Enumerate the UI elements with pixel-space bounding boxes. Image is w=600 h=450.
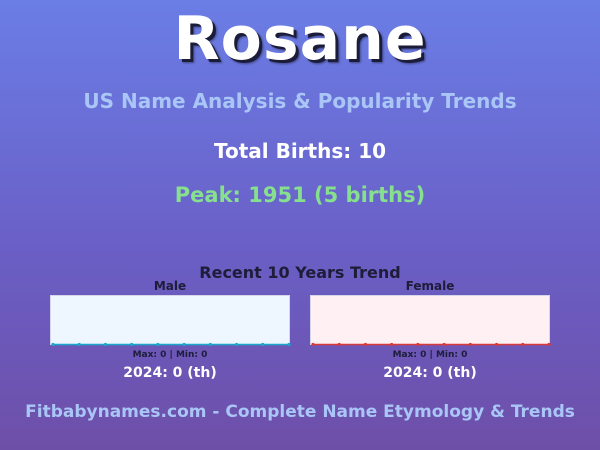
female-point-2020 <box>442 342 446 346</box>
male-trend-svg <box>51 342 291 346</box>
female-point-2019 <box>416 342 420 346</box>
female-point-2021 <box>468 342 472 346</box>
peak-year: Peak: 1951 (5 births) <box>174 183 426 207</box>
male-chart-label: Male <box>153 279 187 293</box>
male-point-2019 <box>156 342 160 346</box>
male-point-2020 <box>182 342 186 346</box>
female-point-2015 <box>311 342 315 346</box>
male-trend-chart <box>50 295 291 346</box>
male-point-2016 <box>77 342 81 346</box>
female-point-2023 <box>521 342 525 346</box>
female-trend-chart <box>310 295 551 346</box>
male-point-2024 <box>287 342 291 346</box>
female-point-2024 <box>547 342 551 346</box>
female-chart-label: Female <box>405 279 455 293</box>
female-trend-svg <box>311 342 551 346</box>
male-point-2018 <box>130 342 134 346</box>
female-rank: 2024: 0 (th) <box>383 365 477 381</box>
male-point-2022 <box>234 342 239 346</box>
male-point-2021 <box>208 342 212 346</box>
trend-section-title: Recent 10 Years Trend <box>199 263 401 282</box>
male-point-2015 <box>51 342 55 346</box>
male-rank: 2024: 0 (th) <box>123 365 217 381</box>
female-point-2016 <box>337 342 341 346</box>
female-chart-stats: Max: 0 | Min: 0 <box>392 350 468 360</box>
female-point-2017 <box>363 342 368 346</box>
female-point-2022 <box>494 342 499 346</box>
total-births: Total Births: 10 <box>213 139 387 163</box>
name-title: Rosane <box>173 4 427 74</box>
page-subtitle: US Name Analysis & Popularity Trends <box>83 89 517 113</box>
female-point-2018 <box>390 342 394 346</box>
male-chart-stats: Max: 0 | Min: 0 <box>132 350 208 360</box>
site-footer: Fitbabynames.com - Complete Name Etymolo… <box>25 402 575 422</box>
male-point-2023 <box>261 342 265 346</box>
male-point-2017 <box>103 342 108 346</box>
